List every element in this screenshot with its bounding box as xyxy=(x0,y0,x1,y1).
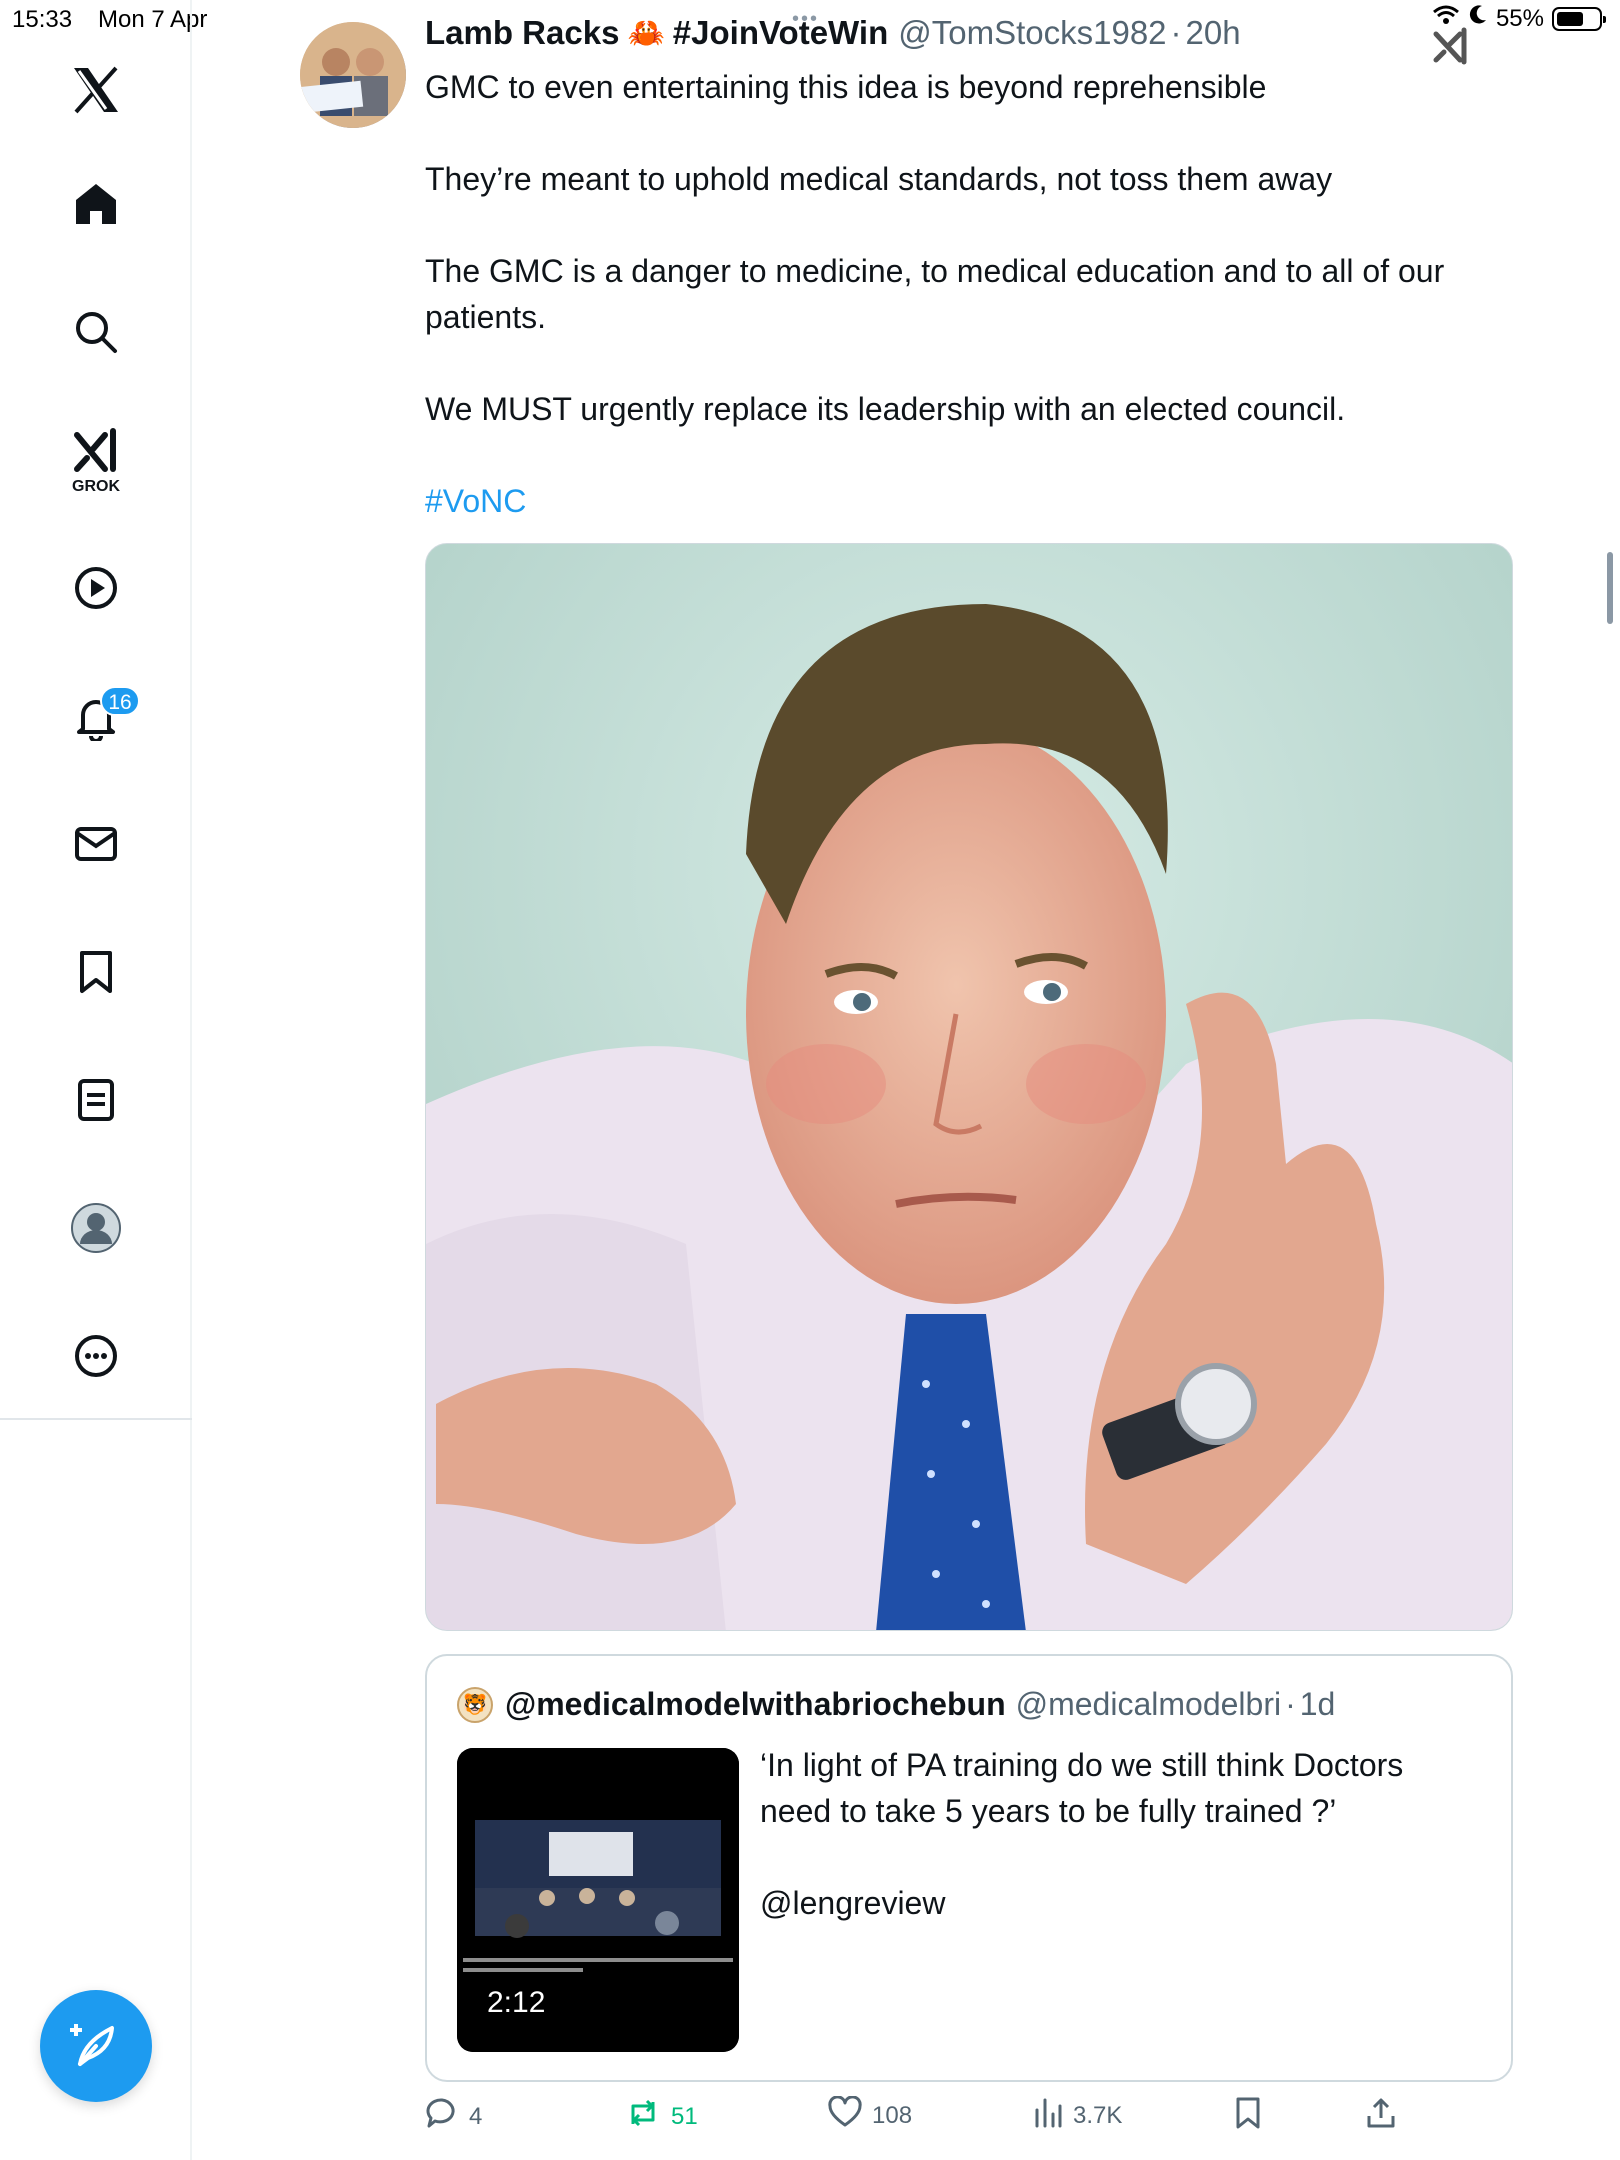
tweet-header: Lamb Racks 🦀 #JoinVoteWin @TomStocks1982… xyxy=(425,14,1241,52)
quoted-tweet-card[interactable]: 🐯 @medicalmodelwithabriochebun @medicalm… xyxy=(425,1654,1513,2082)
quote-mention-link[interactable]: @lengreview xyxy=(760,1880,1480,1926)
bookmark-action-icon xyxy=(1233,2096,1263,2137)
search-icon[interactable] xyxy=(70,306,122,358)
hashtag-link[interactable]: #VoNC xyxy=(425,478,1535,524)
sidebar-divider xyxy=(0,1418,192,1420)
tweet-timestamp[interactable]: 20h xyxy=(1186,14,1241,52)
video-duration: 2:12 xyxy=(487,1986,546,2019)
like-count: 108 xyxy=(872,2101,913,2129)
reply-button[interactable]: 4 xyxy=(425,2096,482,2137)
header-separator: · xyxy=(1170,14,1182,51)
tweet-paragraph: GMC to even entertaining this idea is be… xyxy=(425,69,1267,105)
repost-count: 51 xyxy=(671,2102,698,2130)
battery-percent: 55% xyxy=(1495,4,1544,32)
share-icon xyxy=(1365,2096,1397,2137)
grok-label: GROK xyxy=(72,478,120,495)
heart-icon xyxy=(828,2095,862,2135)
bookmark-button[interactable] xyxy=(1233,2096,1263,2137)
battery-icon xyxy=(1552,6,1606,31)
moon-icon xyxy=(1468,4,1488,33)
tweet-paragraph: The GMC is a danger to medicine, to medi… xyxy=(425,253,1445,335)
mail-icon[interactable] xyxy=(70,818,122,870)
scrollbar-thumb[interactable] xyxy=(1607,552,1613,624)
share-button[interactable] xyxy=(1365,2096,1397,2137)
author-handle[interactable]: @TomStocks1982 xyxy=(898,14,1166,52)
quote-video-thumbnail[interactable]: 2:12 xyxy=(457,1748,739,2052)
quote-author-handle[interactable]: @medicalmodelbri xyxy=(1016,1686,1281,1723)
reply-count: 4 xyxy=(469,2102,483,2130)
quote-timestamp[interactable]: 1d xyxy=(1300,1686,1336,1723)
tweet-paragraph: We MUST urgently replace its leadership … xyxy=(425,391,1346,427)
tweet-photo[interactable] xyxy=(425,543,1513,1631)
tweet-paragraph: They’re meant to uphold medical standard… xyxy=(425,161,1333,197)
lists-icon[interactable] xyxy=(70,1074,122,1126)
repost-button[interactable]: 51 xyxy=(625,2096,698,2137)
quote-avatar[interactable]: 🐯 xyxy=(457,1686,493,1723)
tweet-action-bar: 4 51 108 3.7K xyxy=(425,2095,1515,2146)
quote-separator: · xyxy=(1285,1686,1296,1722)
author-name-tag: #JoinVoteWin xyxy=(672,14,889,51)
notifications-badge: 16 xyxy=(100,686,140,716)
profile-avatar-icon[interactable] xyxy=(70,1202,122,1254)
x-logo-icon[interactable] xyxy=(70,64,122,116)
crab-emoji-icon: 🦀 xyxy=(627,16,665,50)
home-icon[interactable] xyxy=(70,178,122,230)
author-name[interactable]: Lamb Racks xyxy=(425,14,619,52)
quote-header: 🐯 @medicalmodelwithabriochebun @medicalm… xyxy=(457,1686,1335,1723)
like-button[interactable]: 108 xyxy=(828,2095,913,2135)
reply-icon xyxy=(425,2096,459,2137)
more-icon[interactable] xyxy=(70,1330,122,1382)
quote-body: ‘In light of PA training do we still thi… xyxy=(760,1742,1480,1972)
repost-icon xyxy=(625,2096,661,2137)
views-button[interactable]: 3.7K xyxy=(1033,2096,1122,2135)
video-icon[interactable] xyxy=(70,562,122,614)
author-avatar[interactable] xyxy=(300,22,406,128)
sidebar: GROK 16 xyxy=(0,0,192,2160)
compose-post-button[interactable] xyxy=(40,1990,152,2102)
tweet-body: GMC to even entertaining this idea is be… xyxy=(425,64,1535,570)
quote-author-name[interactable]: @medicalmodelwithabriochebun xyxy=(505,1686,1006,1723)
grok-icon[interactable] xyxy=(70,424,122,476)
analytics-icon xyxy=(1033,2096,1063,2135)
quote-text: ‘In light of PA training do we still thi… xyxy=(760,1747,1404,1829)
bookmark-icon[interactable] xyxy=(70,946,122,998)
view-count: 3.7K xyxy=(1073,2101,1123,2129)
